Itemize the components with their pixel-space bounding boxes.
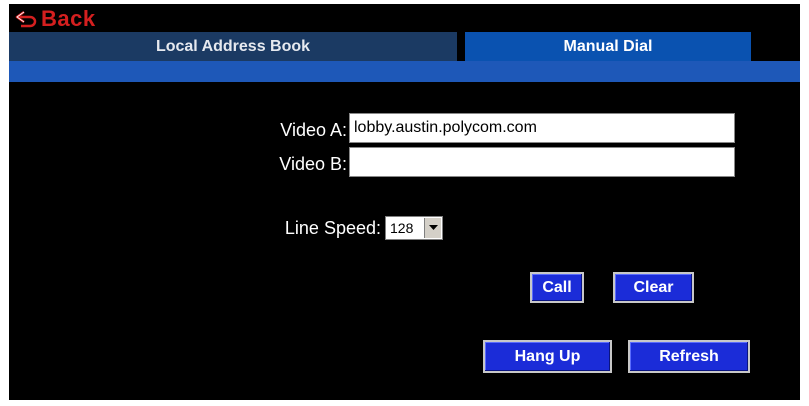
video-a-input[interactable]: [349, 113, 735, 143]
tab-underline-strip: [9, 61, 800, 82]
call-button[interactable]: Call: [530, 272, 584, 303]
video-b-label: Video B:: [279, 154, 347, 174]
refresh-button[interactable]: Refresh: [628, 340, 750, 373]
back-label: Back: [41, 6, 96, 31]
back-arrow-icon: [15, 10, 37, 28]
back-button[interactable]: Back: [15, 6, 96, 31]
clear-button[interactable]: Clear: [613, 272, 694, 303]
tab-bar: Local Address Book Manual Dial: [9, 32, 800, 61]
line-speed-label: Line Speed:: [284, 218, 381, 238]
tab-local-address-book[interactable]: Local Address Book: [9, 32, 457, 61]
line-speed-value: 128: [390, 220, 414, 236]
line-speed-select[interactable]: 128: [385, 216, 443, 240]
hang-up-button[interactable]: Hang Up: [483, 340, 612, 373]
video-b-input[interactable]: [349, 147, 735, 177]
manual-dial-screen: Back Local Address Book Manual Dial Vide…: [9, 4, 800, 400]
tab-manual-dial[interactable]: Manual Dial: [465, 32, 751, 61]
chevron-down-icon[interactable]: [424, 218, 441, 238]
video-a-label: Video A:: [280, 120, 347, 140]
